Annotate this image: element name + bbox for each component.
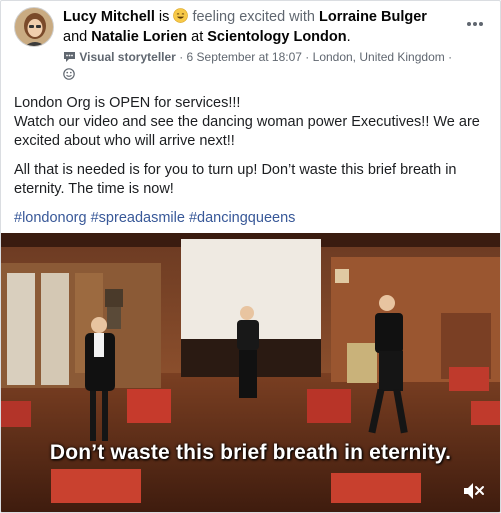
at-text: at bbox=[191, 29, 204, 45]
post-timestamp[interactable]: 6 September at 18:07 bbox=[187, 50, 302, 64]
and-text: and bbox=[63, 29, 88, 45]
meta-separator: · bbox=[179, 50, 184, 64]
hashtag-link[interactable]: #dancingqueens bbox=[189, 210, 295, 226]
more-options-icon bbox=[467, 22, 483, 26]
tagged-person-1[interactable]: Lorraine Bulger bbox=[319, 9, 427, 25]
post-card: Lucy Mitchell is feeling excited with Lo… bbox=[0, 0, 501, 513]
video-subtitle: Don’t waste this brief breath in eternit… bbox=[49, 441, 452, 464]
post-meta: Visual storyteller · 6 September at 18:0… bbox=[63, 49, 453, 83]
post-paragraph-2: All that is needed is for you to turn up… bbox=[14, 162, 457, 197]
audience-globe-icon[interactable] bbox=[63, 68, 75, 80]
avatar-image bbox=[15, 8, 53, 46]
meta-separator: · bbox=[305, 50, 310, 64]
post-location[interactable]: London, United Kingdom bbox=[313, 50, 445, 64]
author-name[interactable]: Lucy Mitchell bbox=[63, 9, 155, 25]
hashtag-link[interactable]: #spreadasmile bbox=[91, 210, 185, 226]
more-options-button[interactable] bbox=[464, 13, 486, 35]
hashtag-link[interactable]: #londonorg bbox=[14, 210, 87, 226]
meta-separator: · bbox=[448, 50, 453, 64]
post-body: London Org is OPEN for services!!! Watch… bbox=[14, 94, 486, 238]
role-badge[interactable]: Visual storyteller bbox=[79, 50, 176, 64]
speaker-muted-icon bbox=[464, 483, 484, 499]
feeling-text: feeling excited with bbox=[192, 9, 315, 25]
location-page-link[interactable]: Scientology London bbox=[207, 29, 346, 45]
post-header: Lucy Mitchell is feeling excited with Lo… bbox=[1, 1, 500, 85]
video-player[interactable]: Don’t waste this brief breath in eternit… bbox=[1, 233, 500, 512]
post-header-text: Lucy Mitchell is feeling excited with Lo… bbox=[63, 7, 453, 83]
post-paragraph-1: London Org is OPEN for services!!! Watch… bbox=[14, 95, 480, 149]
tagged-person-2[interactable]: Natalie Lorien bbox=[91, 29, 187, 45]
period-text: . bbox=[346, 29, 351, 45]
mute-button[interactable] bbox=[462, 480, 486, 502]
hashtags: #londonorg #spreadasmile #dancingqueens bbox=[14, 209, 486, 228]
avatar[interactable] bbox=[14, 7, 54, 47]
smiley-emoji-icon bbox=[173, 8, 189, 23]
is-text: is bbox=[158, 9, 170, 25]
video-frame bbox=[1, 233, 500, 512]
visual-storyteller-icon bbox=[64, 52, 75, 62]
